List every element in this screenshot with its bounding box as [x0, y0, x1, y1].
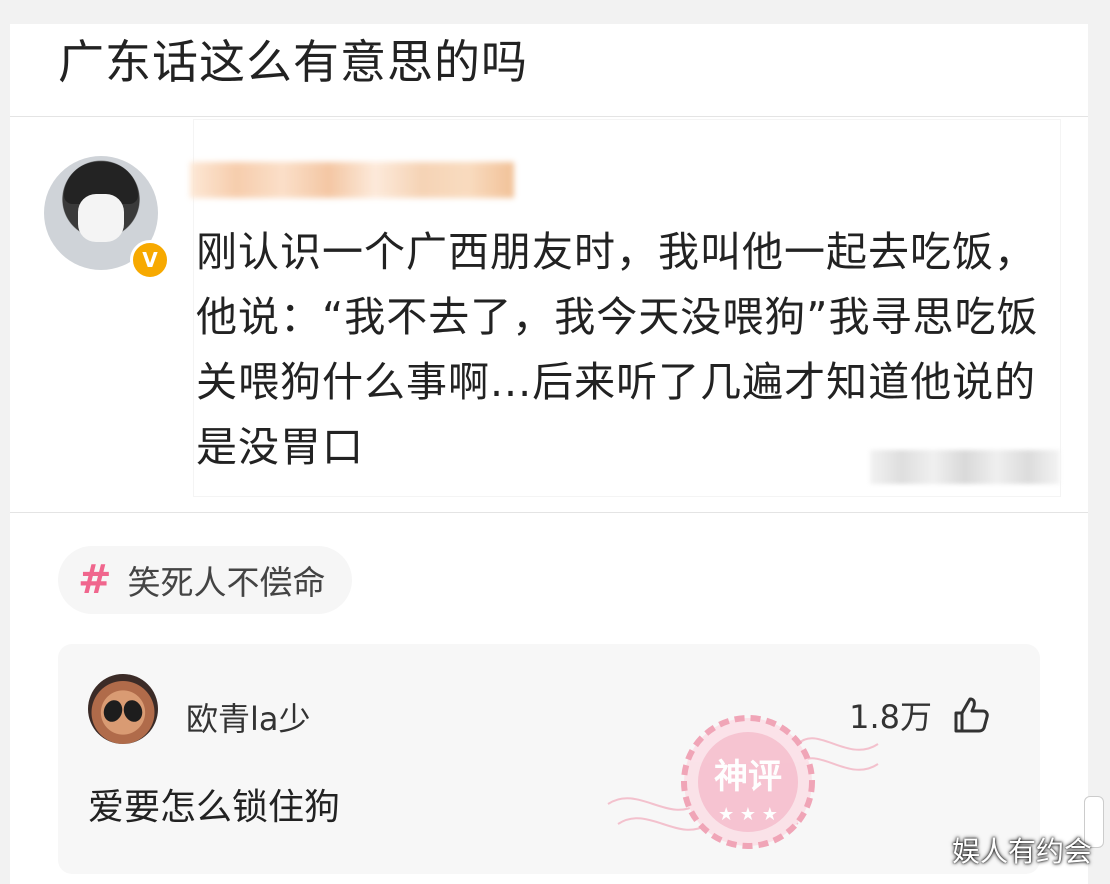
topic-label: 笑死人不偿命 — [127, 563, 326, 602]
avatar-eye-right — [120, 697, 146, 725]
comment-text: 爱要怎么锁住狗 — [88, 787, 341, 828]
watermark: 娱人有约会 — [951, 835, 1092, 868]
blurred-meta — [870, 450, 1060, 484]
thumbs-up-icon[interactable] — [950, 695, 990, 735]
like-count: 1.8万 — [849, 698, 932, 736]
commenter-name[interactable]: 欧青la少 — [186, 694, 311, 740]
content-divider — [10, 512, 1088, 513]
svg-text:★ ★ ★: ★ ★ ★ — [718, 804, 778, 825]
post-card: 广东话这么有意思的吗 V 刚认识一个广西朋友时，我叫他一起去吃饭，他说：“我不去… — [10, 24, 1088, 884]
post-title: 广东话这么有意思的吗 — [58, 35, 528, 89]
commenter-avatar[interactable] — [88, 674, 158, 744]
title-divider — [10, 116, 1088, 117]
top-comment[interactable]: 神评 ★ ★ ★ 欧青la少 1.8万 爱要怎么锁住狗 — [58, 644, 1040, 874]
post-content: 刚认识一个广西朋友时，我叫他一起去吃饭，他说：“我不去了，我今天没喂狗”我寻思吃… — [196, 228, 1039, 471]
like-control[interactable]: 1.8万 — [849, 692, 990, 738]
avatar-face — [78, 194, 124, 242]
blurred-username — [190, 162, 514, 198]
stamp-label: 神评 — [714, 757, 782, 797]
hashtag-icon: # — [78, 557, 112, 603]
verified-badge-icon: V — [130, 240, 170, 280]
avatar-eye-left — [100, 697, 126, 725]
topic-tag[interactable]: # 笑死人不偿命 — [58, 546, 352, 614]
